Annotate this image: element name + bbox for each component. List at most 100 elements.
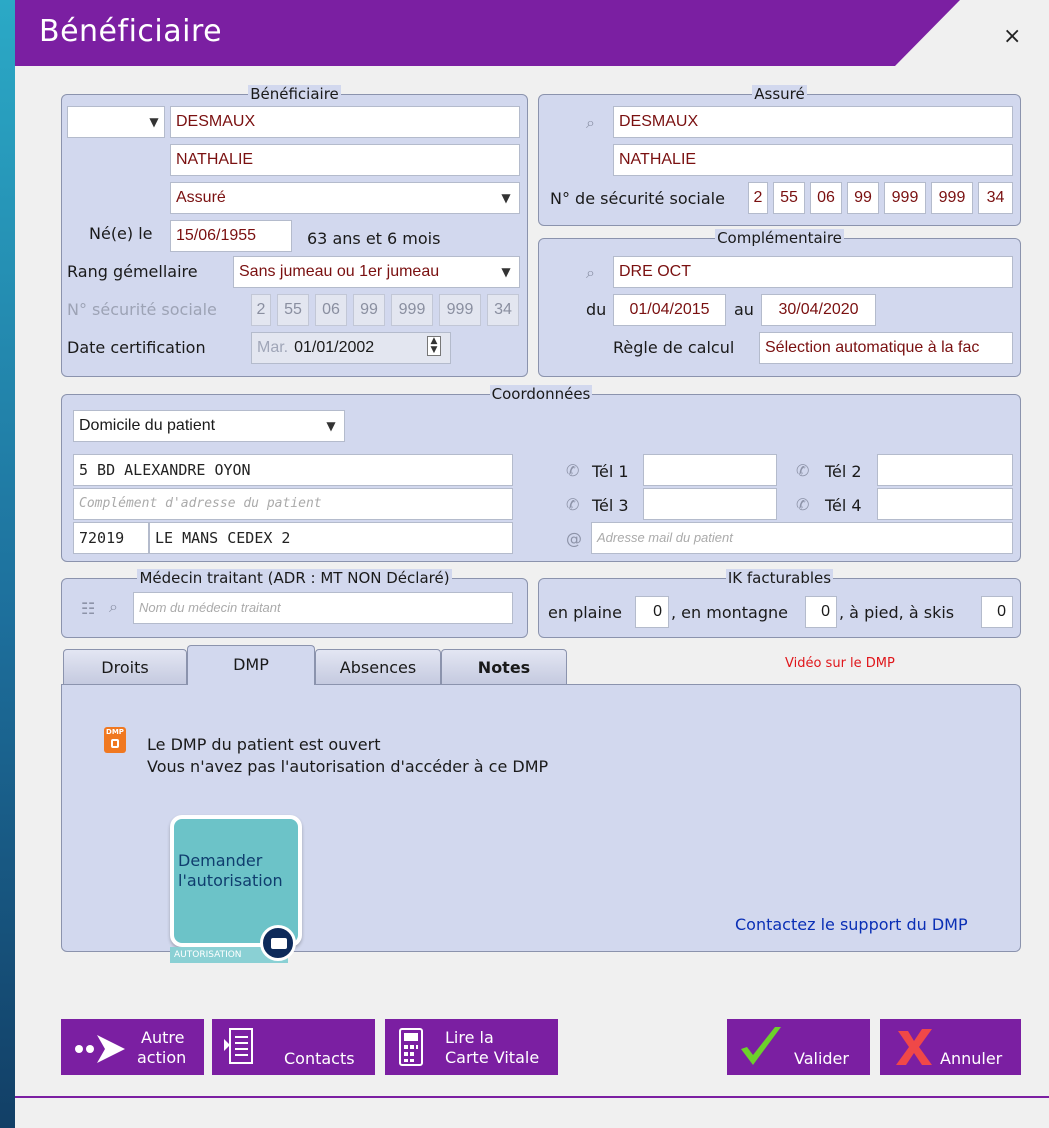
contacts-icon — [224, 1028, 253, 1064]
dmp-panel: DMP Le DMP du patient est ouvert Vous n'… — [61, 684, 1021, 963]
tel2-field[interactable] — [877, 454, 1013, 486]
assure-nss-ordre[interactable]: 999 — [931, 182, 973, 214]
assure-prenom-field[interactable]: NATHALIE — [613, 144, 1013, 176]
tab-dmp[interactable]: DMP — [187, 645, 315, 685]
montagne-field[interactable]: 0 — [805, 596, 837, 628]
valider-label: Valider — [794, 1049, 849, 1068]
autre-action-label-2: action — [137, 1048, 187, 1067]
assure-nss-sexe[interactable]: 2 — [748, 182, 768, 214]
nss-field-ordre: 999 — [439, 294, 481, 326]
tel1-field[interactable] — [643, 454, 777, 486]
tel4-label: Tél 4 — [825, 496, 862, 515]
dmp-status-line2: Vous n'avez pas l'autorisation d'accéder… — [147, 757, 549, 776]
lieu-select[interactable]: Domicile du patient — [73, 410, 345, 442]
phone-icon: ✆ — [566, 461, 580, 480]
au-field[interactable]: 30/04/2020 — [761, 294, 876, 326]
pied-field[interactable]: 0 — [981, 596, 1013, 628]
chevron-down-icon[interactable]: ▼ — [323, 418, 339, 434]
complementaire-nom-field[interactable]: DRE OCT — [613, 256, 1013, 288]
annuler-button[interactable]: Annuler — [880, 1019, 1021, 1075]
mail-field[interactable]: Adresse mail du patient — [591, 522, 1013, 554]
video-dmp-link[interactable]: Vidéo sur le DMP — [785, 654, 895, 674]
dmp-status-line1: Le DMP du patient est ouvert — [147, 735, 381, 754]
au-label: au — [734, 300, 754, 319]
title-bar: Bénéficiaire × — [15, 0, 1049, 66]
cross-icon — [896, 1029, 932, 1065]
tab-notes[interactable]: Notes — [441, 649, 567, 685]
plaine-label: en plaine — [548, 603, 622, 622]
autre-action-button[interactable]: Autre action — [61, 1019, 204, 1075]
chevron-down-icon[interactable]: ▼ — [498, 190, 514, 206]
du-field[interactable]: 01/04/2015 — [613, 294, 726, 326]
naissance-field[interactable]: 15/06/1955 — [170, 220, 292, 252]
search-icon[interactable]: ⌕ — [586, 114, 595, 132]
adresse2-field[interactable]: Complément d'adresse du patient — [73, 488, 513, 520]
regle-label: Règle de calcul — [613, 338, 735, 357]
chevron-down-icon[interactable]: ▼ — [498, 264, 514, 280]
valider-button[interactable]: Valider — [727, 1019, 870, 1075]
rang-select[interactable]: Sans jumeau ou 1er jumeau — [233, 256, 520, 288]
card-text: Demander l'autorisation — [178, 851, 283, 890]
nss-field-mois: 06 — [315, 294, 347, 326]
assure-nom-field[interactable]: DESMAUX — [613, 106, 1013, 138]
montagne-label: , en montagne — [671, 603, 788, 622]
search-icon[interactable]: ⌕ — [586, 264, 595, 282]
assure-nss-dept[interactable]: 99 — [847, 182, 879, 214]
phone-icon: ✆ — [566, 495, 580, 514]
window-title: Bénéficiaire — [39, 14, 223, 49]
assure-group-title: Assuré — [752, 85, 807, 103]
cp-field[interactable]: 72019 — [73, 522, 149, 554]
tel3-field[interactable] — [643, 488, 777, 520]
beneficiaire-group-title: Bénéficiaire — [248, 85, 341, 103]
bottom-divider — [15, 1096, 1049, 1098]
regle-field[interactable]: Sélection automatique à la fac — [759, 332, 1013, 364]
medecin-field[interactable]: Nom du médecin traitant — [133, 592, 513, 624]
arrow-right-icon — [75, 1035, 125, 1063]
card-reader-icon — [399, 1028, 423, 1066]
date-cert-prefix: Mar. — [257, 339, 289, 356]
ik-group-title: IK facturables — [725, 569, 834, 587]
support-dmp-link[interactable]: Contactez le support du DMP — [735, 915, 968, 935]
search-icon[interactable]: ⌕ — [109, 598, 118, 616]
contacts-button[interactable]: Contacts — [212, 1019, 375, 1075]
tel4-field[interactable] — [877, 488, 1013, 520]
prenom-field[interactable]: NATHALIE — [170, 144, 520, 176]
phone-icon: ✆ — [796, 495, 810, 514]
close-button[interactable]: × — [1003, 26, 1021, 48]
demander-autorisation-card[interactable]: Demander l'autorisation AUTORISATION — [170, 815, 302, 963]
phone-icon: ✆ — [796, 461, 810, 480]
assure-nss-annee[interactable]: 55 — [773, 182, 805, 214]
assure-nss-cle[interactable]: 34 — [978, 182, 1013, 214]
nss-field-sexe: 2 — [251, 294, 271, 326]
age-text: 63 ans et 6 mois — [307, 229, 441, 248]
assure-nss-commune[interactable]: 999 — [884, 182, 926, 214]
lire-carte-label-2: Carte Vitale — [445, 1048, 540, 1067]
naissance-label: Né(e) le — [89, 224, 153, 243]
ville-field[interactable]: LE MANS CEDEX 2 — [149, 522, 513, 554]
dmp-icon-text: DMP — [106, 728, 124, 736]
complementaire-group-title: Complémentaire — [715, 229, 844, 247]
window: Bénéficiaire × Bénéficiaire ▼ DESMAUX NA… — [15, 0, 1049, 1128]
qualite-select[interactable]: Assuré — [170, 182, 520, 214]
assure-nss-label: N° de sécurité sociale — [550, 189, 725, 208]
adresse1-field[interactable]: 5 BD ALEXANDRE OYON — [73, 454, 513, 486]
tel2-label: Tél 2 — [825, 462, 862, 481]
chevron-down-icon[interactable]: ▼ — [146, 114, 162, 130]
list-icon[interactable]: ☷ — [81, 600, 95, 618]
lire-carte-vitale-button[interactable]: Lire la Carte Vitale — [385, 1019, 558, 1075]
plaine-field[interactable]: 0 — [635, 596, 669, 628]
dmp-icon: DMP — [104, 727, 126, 753]
date-cert-field[interactable]: Mar. 01/01/2002 — [251, 332, 451, 364]
contacts-label: Contacts — [284, 1049, 355, 1068]
checkmark-icon — [741, 1027, 781, 1065]
tab-absences[interactable]: Absences — [315, 649, 441, 685]
nss-field-annee: 55 — [277, 294, 309, 326]
assure-nss-mois[interactable]: 06 — [810, 182, 842, 214]
calendar-spinner-icon[interactable]: ▲ ▼ — [427, 336, 441, 356]
coordonnees-group-title: Coordonnées — [489, 385, 593, 403]
tel1-label: Tél 1 — [592, 462, 629, 481]
date-cert-label: Date certification — [67, 338, 206, 357]
nom-field[interactable]: DESMAUX — [170, 106, 520, 138]
nss-label: N° sécurité sociale — [67, 300, 217, 319]
tab-droits[interactable]: Droits — [63, 649, 187, 685]
